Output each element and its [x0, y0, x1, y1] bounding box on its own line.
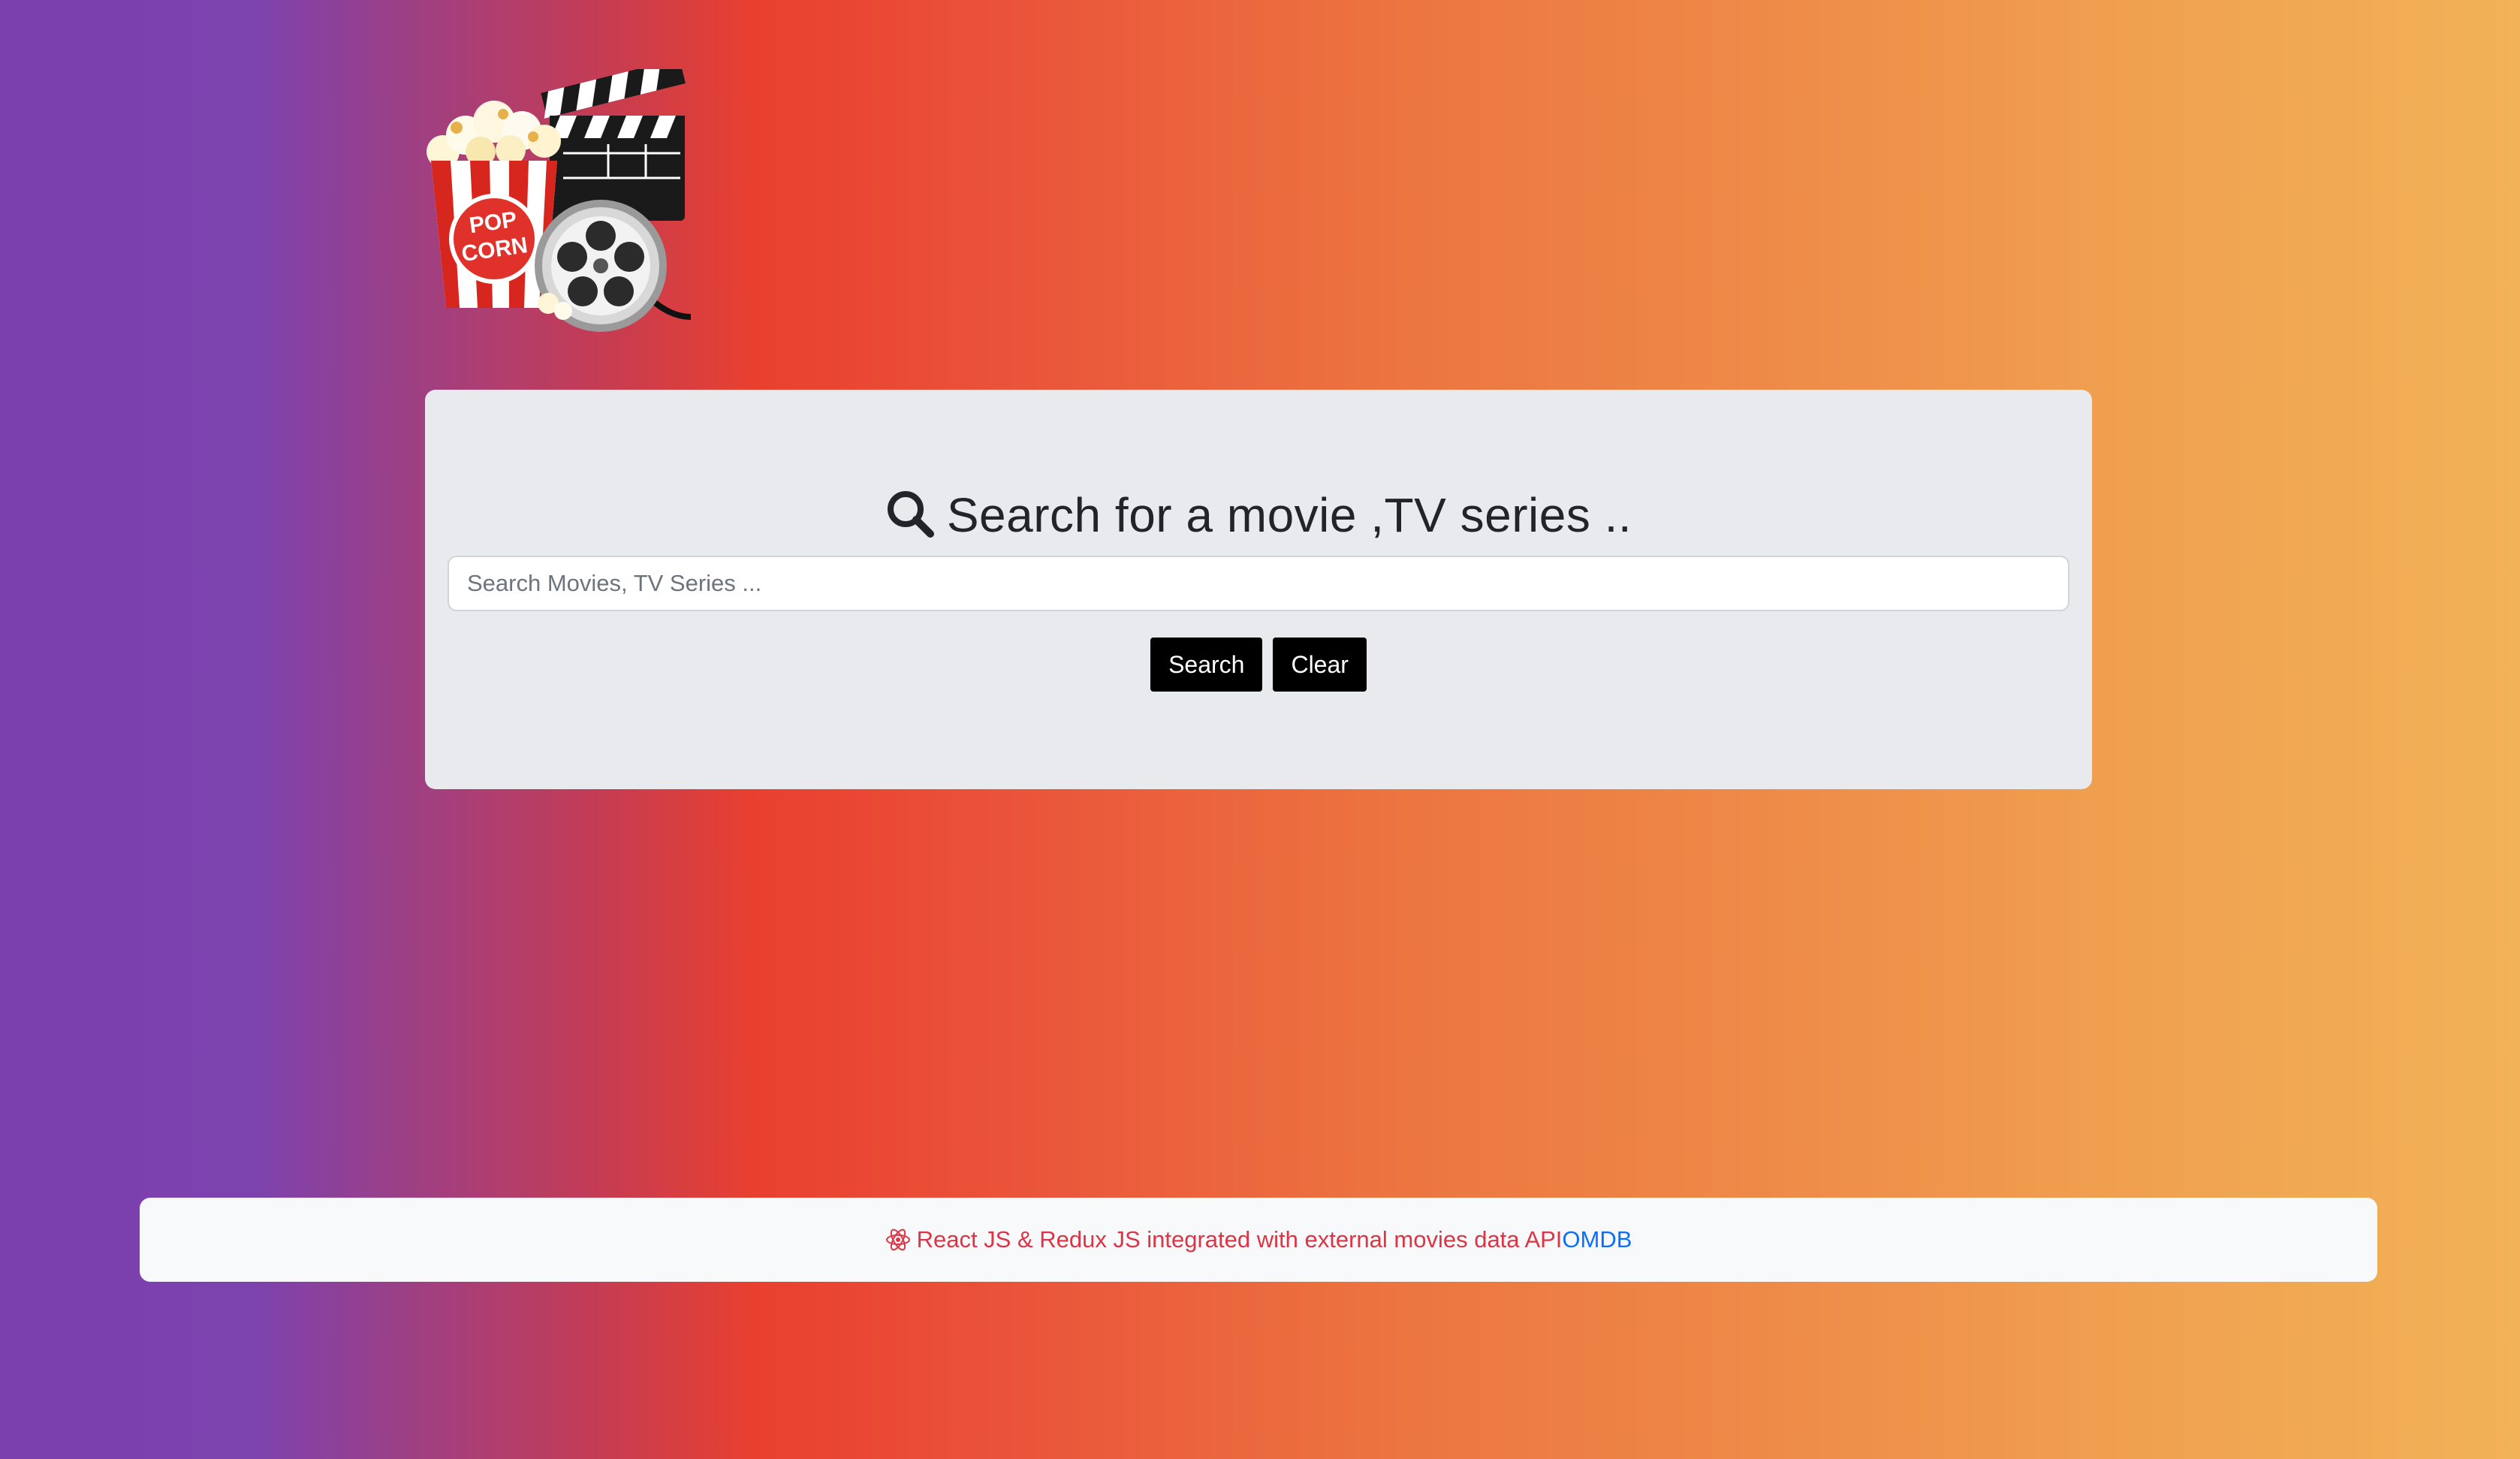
search-input[interactable] — [448, 556, 2069, 611]
search-icon — [885, 489, 935, 542]
search-button[interactable]: Search — [1150, 638, 1263, 692]
footer-description: React JS & Redux JS integrated with exte… — [916, 1226, 1563, 1253]
clear-button[interactable]: Clear — [1273, 638, 1367, 692]
react-icon — [885, 1228, 910, 1251]
search-heading: Search for a movie ,TV series .. — [425, 487, 2092, 543]
search-actions: Search Clear — [425, 638, 2092, 692]
popcorn-kernels — [427, 101, 561, 168]
omdb-link[interactable]: OMDB — [1562, 1226, 1632, 1253]
search-card: Search for a movie ,TV series .. Search … — [425, 390, 2092, 789]
footer: React JS & Redux JS integrated with exte… — [140, 1198, 2377, 1282]
footer-text-wrap: React JS & Redux JS integrated with exte… — [885, 1226, 1632, 1253]
popcorn-movie-logo: POP CORN — [421, 58, 706, 339]
search-heading-text: Search for a movie ,TV series .. — [946, 488, 1632, 542]
